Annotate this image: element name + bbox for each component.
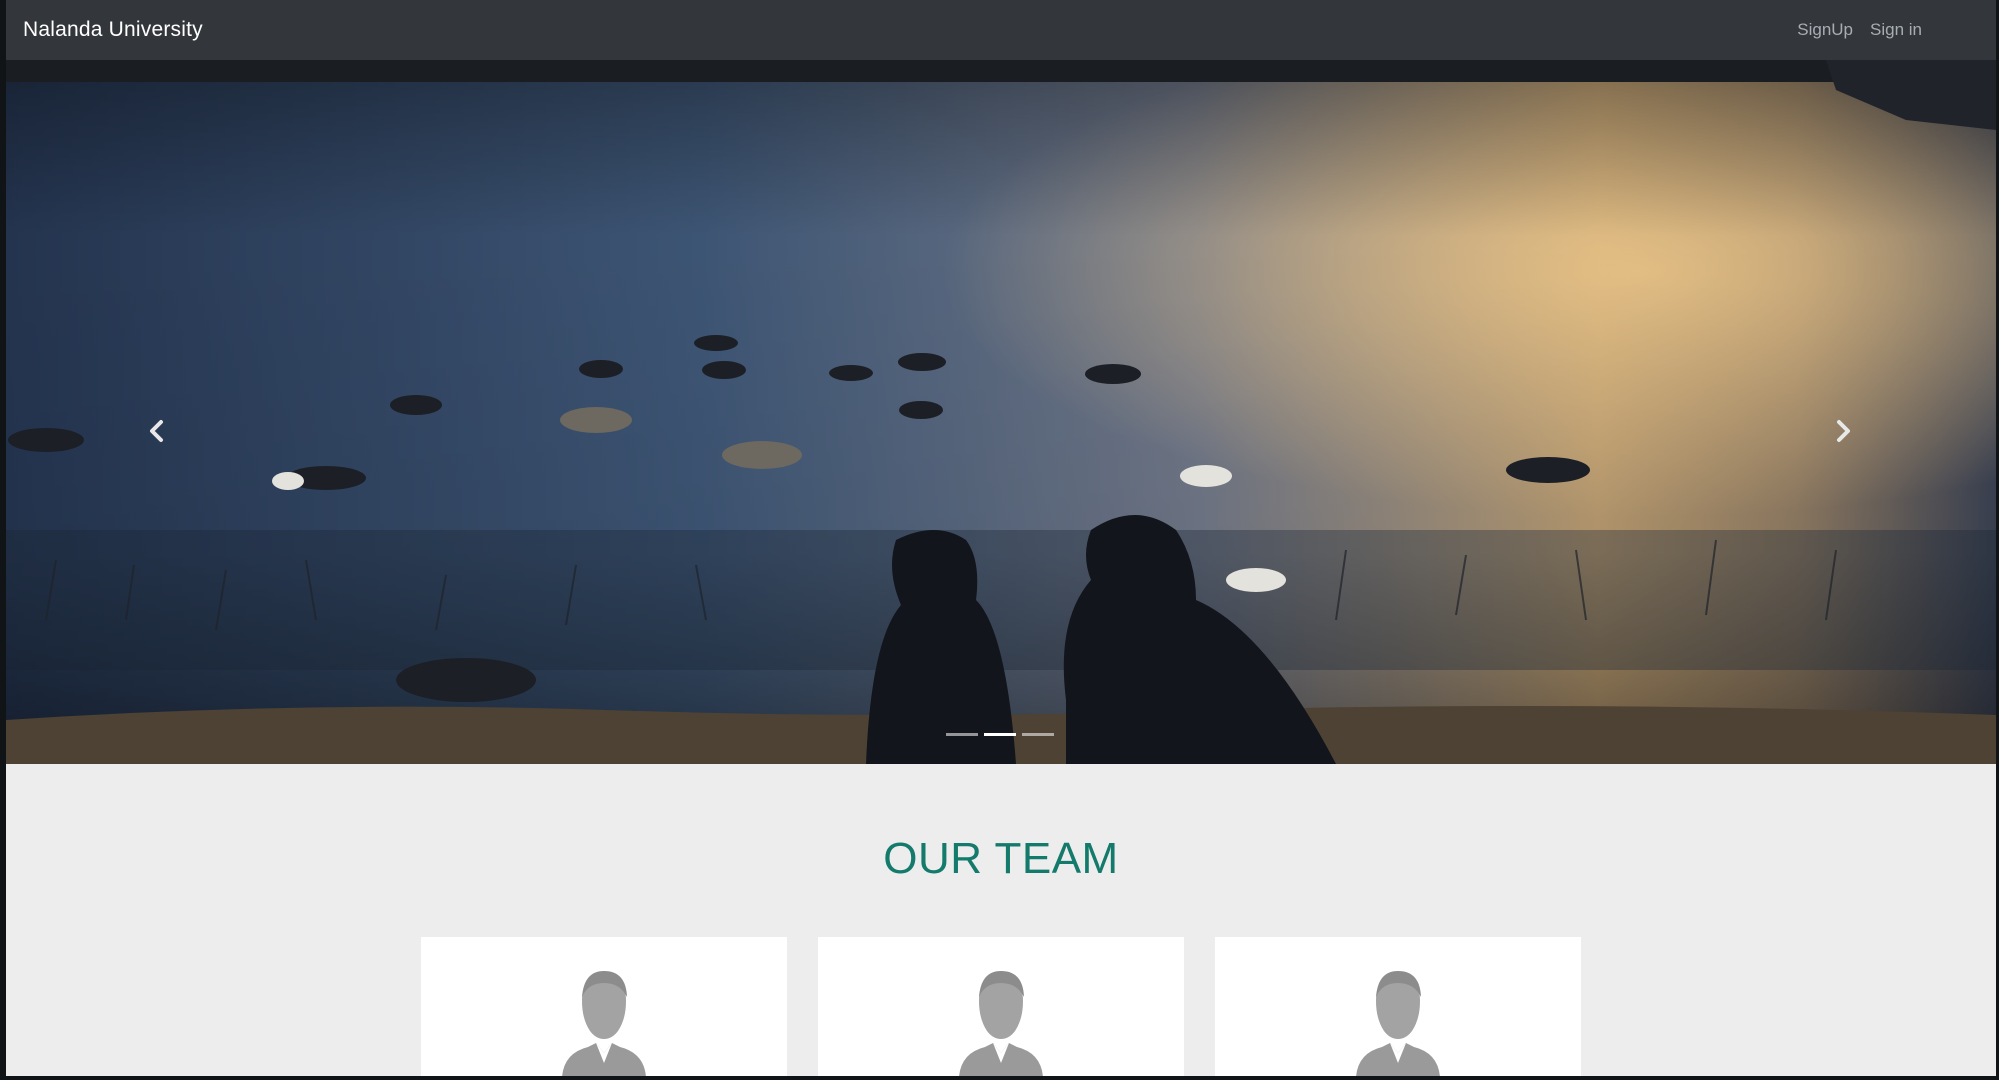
nav-links: SignUp Sign in bbox=[1797, 20, 1922, 40]
top-navbar: Nalanda University SignUp Sign in bbox=[6, 0, 1996, 60]
person-silhouette-icon bbox=[562, 971, 646, 1076]
hero-carousel bbox=[6, 60, 1996, 764]
carousel-indicator-3[interactable] bbox=[1022, 733, 1054, 736]
person-silhouette-icon bbox=[959, 971, 1043, 1076]
carousel-indicators bbox=[946, 733, 1054, 736]
carousel-slide-image bbox=[6, 60, 1996, 764]
team-section-title: OUR TEAM bbox=[883, 834, 1119, 883]
signin-link[interactable]: Sign in bbox=[1870, 20, 1922, 40]
signup-link[interactable]: SignUp bbox=[1797, 20, 1853, 40]
team-member-card[interactable] bbox=[818, 937, 1184, 1076]
brand-link[interactable]: Nalanda University bbox=[23, 18, 203, 42]
chevron-right-icon bbox=[1837, 420, 1850, 442]
carousel-indicator-1[interactable] bbox=[946, 733, 978, 736]
team-member-card[interactable] bbox=[1215, 937, 1581, 1076]
person-silhouette-icon bbox=[1356, 971, 1440, 1076]
carousel-prev-button[interactable] bbox=[142, 416, 172, 446]
page-viewport: Nalanda University SignUp Sign in OUR TE… bbox=[6, 0, 1996, 1076]
team-member-card[interactable] bbox=[421, 937, 787, 1076]
carousel-indicator-2[interactable] bbox=[984, 733, 1016, 736]
team-cards bbox=[421, 937, 1581, 1076]
carousel-next-button[interactable] bbox=[1828, 416, 1858, 446]
chevron-left-icon bbox=[150, 420, 163, 442]
window-bottom-edge bbox=[50, 1076, 416, 1080]
